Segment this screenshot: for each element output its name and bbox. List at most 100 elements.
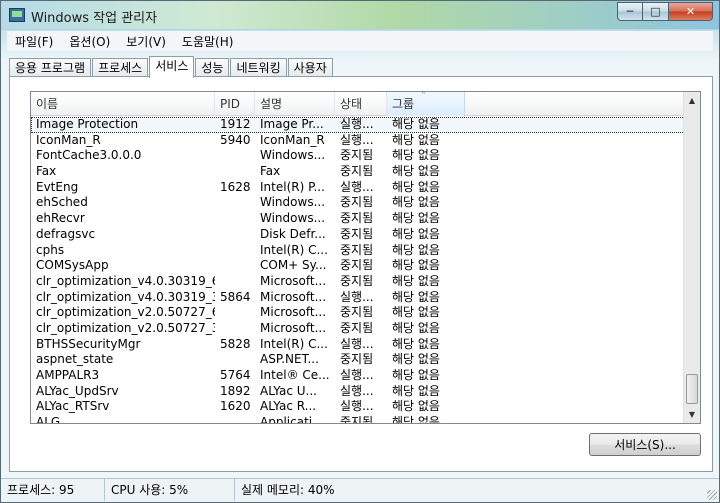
task-manager-icon <box>9 8 25 22</box>
title-bar[interactable]: Windows 작업 관리자 ─ □ ✕ <box>1 1 719 29</box>
service-row[interactable]: aspnet_state ASP.NET... 중지됨 해당 없음 <box>31 352 685 368</box>
service-description: Microsoft... <box>260 273 327 288</box>
service-description: Windows... <box>260 195 326 210</box>
service-group: 해당 없음 <box>392 242 440 257</box>
service-status: 실행... <box>340 368 374 382</box>
menu-view[interactable]: 보기(V) <box>118 31 174 51</box>
service-row[interactable]: EvtEng 1628 Intel(R) P... 실행... 해당 없음 <box>31 180 685 196</box>
service-description: Microsoft... <box>260 320 327 335</box>
service-pid <box>215 352 255 368</box>
service-name: IconMan_R <box>36 132 101 147</box>
service-group: 해당 없음 <box>392 273 440 288</box>
service-row[interactable]: COMSysApp COM+ Sy... 중지됨 해당 없음 <box>31 258 685 274</box>
service-group: 해당 없음 <box>392 399 440 414</box>
service-row[interactable]: Image Protection 1912 Image Pr... 실행... 해당 없… <box>31 117 685 133</box>
service-status: 실행... <box>340 179 374 194</box>
service-pid: 1892 <box>220 383 251 398</box>
service-description: ASP.NET... <box>260 352 319 367</box>
service-name: cphs <box>36 242 65 257</box>
maximize-button[interactable]: □ <box>643 2 669 21</box>
list-body: Image Protection 1912 Image Pr... 실행... 해당 없… <box>31 117 685 424</box>
service-row[interactable]: FontCache3.0.0.0 Windows... 중지됨 해당 없음 <box>31 148 685 164</box>
service-group: 해당 없음 <box>392 383 440 398</box>
service-status: 실행... <box>340 336 374 351</box>
menu-help[interactable]: 도움말(H) <box>174 31 242 51</box>
service-description: COM+ Sy... <box>260 258 327 273</box>
close-button[interactable]: ✕ <box>669 2 713 21</box>
status-cpu-usage: CPU 사용: 5% <box>105 479 235 501</box>
service-group: 해당 없음 <box>392 132 440 147</box>
column-header-description[interactable]: 설명 <box>255 92 335 116</box>
service-group: 해당 없음 <box>392 320 440 335</box>
service-pid: 5764 <box>220 368 251 382</box>
tab-services[interactable]: 서비스 <box>149 56 195 78</box>
service-row[interactable]: clr_optimization_v2.0.50727_32 Microsoft.… <box>31 321 685 337</box>
scroll-thumb[interactable] <box>686 374 698 404</box>
services-button[interactable]: 서비스(S)... <box>589 433 701 456</box>
service-row[interactable]: ALYac_UpdSrv 1892 ALYac U... 실행... 해당 없음 <box>31 384 685 400</box>
service-description: IconMan_R <box>260 132 325 147</box>
service-pid <box>215 195 255 211</box>
service-description: ALYac U... <box>260 383 317 398</box>
column-header-group[interactable]: 그룹 ˄ <box>387 92 465 116</box>
service-row[interactable]: clr_optimization_v2.0.50727_64 Microsoft.… <box>31 305 685 321</box>
service-group: 해당 없음 <box>392 195 440 210</box>
scroll-up-button[interactable]: ▲ <box>684 92 700 109</box>
status-bar: 프로세스: 95 CPU 사용: 5% 실제 메모리: 40% <box>1 478 719 502</box>
service-pid <box>215 305 255 321</box>
service-group: 해당 없음 <box>392 226 440 241</box>
tab-processes[interactable]: 프로세스 <box>92 58 149 77</box>
service-row[interactable]: clr_optimization_v4.0.30319_64 Microsoft.… <box>31 274 685 290</box>
service-row[interactable]: IconMan_R 5940 IconMan_R 실행... 해당 없음 <box>31 133 685 149</box>
task-manager-window: Windows 작업 관리자 ─ □ ✕ 파일(F) 옵션(O) 보기(V) 도… <box>0 0 720 503</box>
service-status: 실행... <box>340 289 374 304</box>
service-row[interactable]: clr_optimization_v4.0.30319_32 5864 Micros… <box>31 290 685 306</box>
scroll-down-button[interactable]: ▼ <box>684 406 700 423</box>
service-group: 해당 없음 <box>392 289 440 304</box>
tab-networking[interactable]: 네트워킹 <box>230 58 287 77</box>
service-row[interactable]: cphs Intel(R) C... 중지됨 해당 없음 <box>31 243 685 259</box>
menu-file[interactable]: 파일(F) <box>7 31 61 51</box>
resize-grip-icon[interactable] <box>707 490 717 500</box>
service-status: 실행... <box>340 132 374 147</box>
service-group: 해당 없음 <box>392 368 440 382</box>
service-name: Fax <box>36 164 57 179</box>
tab-applications[interactable]: 응용 프로그램 <box>9 58 92 77</box>
service-status: 중지됨 <box>340 305 374 320</box>
status-physical-memory: 실제 메모리: 40% <box>241 483 335 497</box>
column-header-name[interactable]: 이름 <box>31 92 215 116</box>
service-description: Fax <box>260 164 281 179</box>
service-name: Image Protection <box>36 117 139 131</box>
service-group: 해당 없음 <box>392 352 440 367</box>
menu-options[interactable]: 옵션(O) <box>61 31 118 51</box>
service-row[interactable]: ehSched Windows... 중지됨 해당 없음 <box>31 195 685 211</box>
vertical-scrollbar[interactable]: ▲ ▼ <box>683 92 700 423</box>
service-description: Intel(R) P... <box>260 179 325 194</box>
service-name: FontCache3.0.0.0 <box>36 148 142 163</box>
services-list[interactable]: 이름 PID 설명 상태 그룹 ˄ Image Protection 1912 Ima… <box>30 91 701 424</box>
minimize-button[interactable]: ─ <box>617 2 643 21</box>
service-group: 해당 없음 <box>392 305 440 320</box>
service-row[interactable]: ALYac_RTSrv 1620 ALYac R... 실행... 해당 없음 <box>31 399 685 415</box>
column-header-pid[interactable]: PID <box>215 92 255 116</box>
list-header: 이름 PID 설명 상태 그룹 ˄ <box>31 92 685 116</box>
service-row[interactable]: BTHSSecurityMgr 5828 Intel(R) C... 실행... 해당 … <box>31 337 685 353</box>
scroll-up-icon: ▲ <box>688 96 696 105</box>
service-row[interactable]: ALG Applicati... 중지됨 해당 없음 <box>31 415 685 424</box>
service-description: Applicati... <box>260 415 324 424</box>
service-row[interactable]: ehRecvr Windows... 중지됨 해당 없음 <box>31 211 685 227</box>
service-status: 중지됨 <box>340 352 374 367</box>
service-pid: 5828 <box>220 336 251 351</box>
service-description: Intel(R) C... <box>260 336 328 351</box>
column-header-status[interactable]: 상태 <box>335 92 387 116</box>
services-panel: 이름 PID 설명 상태 그룹 ˄ Image Protection 1912 Ima… <box>9 76 713 472</box>
service-row[interactable]: Fax Fax 중지됨 해당 없음 <box>31 164 685 180</box>
service-pid: 1628 <box>220 179 251 194</box>
service-row[interactable]: AMPPALR3 5764 Intel® Ce... 실행... 해당 없음 <box>31 368 685 384</box>
service-name: BTHSSecurityMgr <box>36 336 141 351</box>
service-pid <box>215 211 255 227</box>
service-description: Windows... <box>260 211 326 226</box>
service-row[interactable]: defragsvc Disk Defr... 중지됨 해당 없음 <box>31 227 685 243</box>
tab-performance[interactable]: 성능 <box>195 58 230 77</box>
tab-users[interactable]: 사용자 <box>287 58 333 77</box>
